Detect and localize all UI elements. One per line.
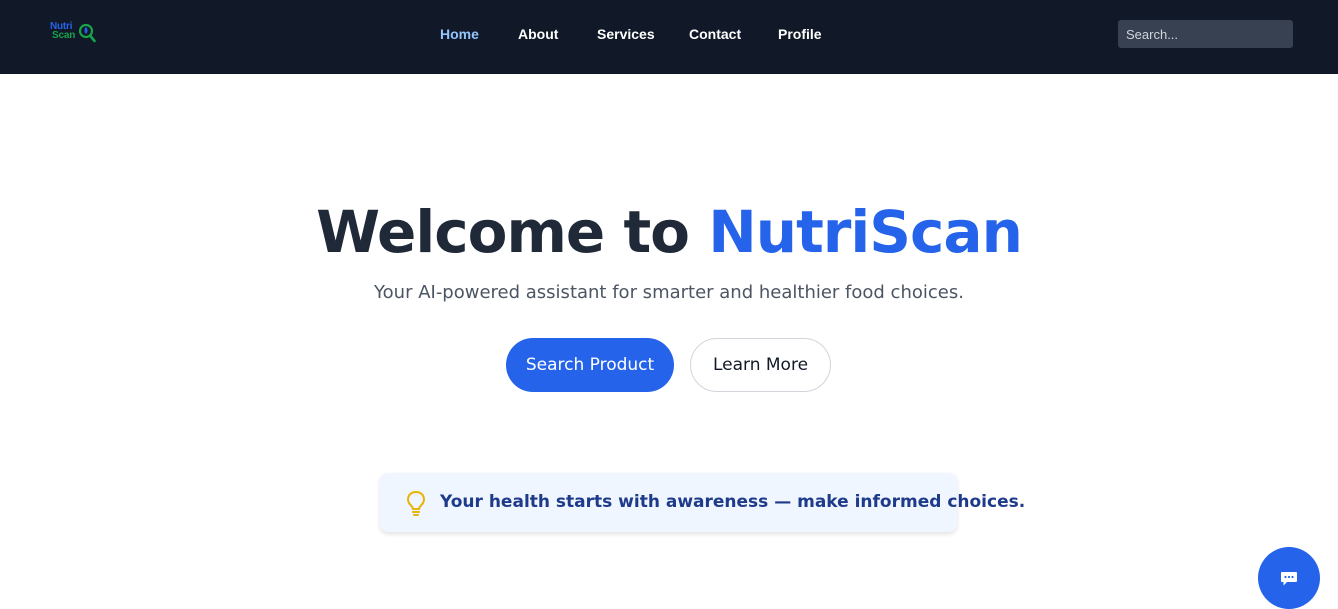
nav-item-services[interactable]: Services [597, 26, 655, 42]
logo-line-2: Scan [52, 30, 76, 41]
hero-title-brand: NutriScan [708, 198, 1023, 266]
nav-item-home[interactable]: Home [440, 26, 479, 42]
magnifier-leaf-icon [78, 23, 96, 43]
chat-icon [1281, 572, 1297, 586]
nav-item-contact[interactable]: Contact [689, 26, 741, 42]
learn-more-button[interactable]: Learn More [690, 338, 831, 392]
nav-item-about[interactable]: About [518, 26, 558, 42]
nav-item-profile[interactable]: Profile [778, 26, 822, 42]
lightbulb-icon [407, 491, 425, 516]
hero-subtitle: Your AI-powered assistant for smarter an… [374, 282, 964, 303]
chat-button[interactable] [1258, 547, 1320, 609]
search-product-button[interactable]: Search Product [506, 338, 674, 392]
health-tip-text: Your health starts with awareness — make… [440, 492, 1026, 512]
nutriscan-logo[interactable]: Nutri Scan [50, 22, 98, 46]
hero-title-prefix: Welcome to [316, 198, 709, 266]
search-input[interactable] [1118, 20, 1293, 48]
logo-wordmark: Nutri Scan [50, 22, 76, 41]
health-tip-banner: Your health starts with awareness — make… [380, 473, 1025, 532]
navbar: Nutri Scan Home About Services Contact P… [0, 0, 1338, 74]
hero-title: Welcome to NutriScan [0, 198, 1338, 266]
